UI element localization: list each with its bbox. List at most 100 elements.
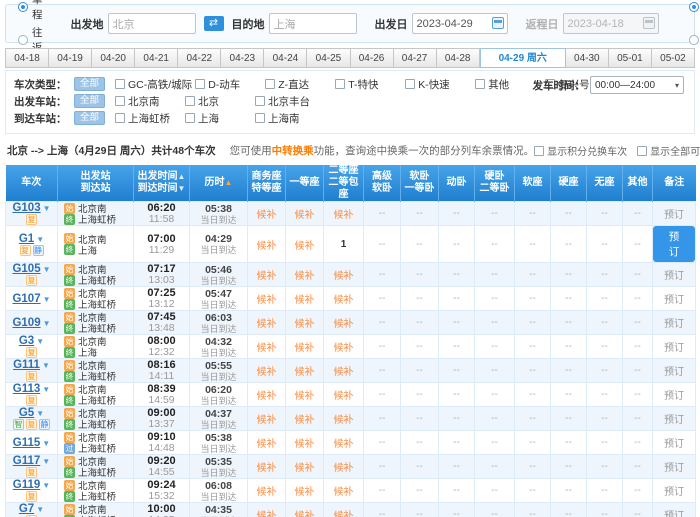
waitlist-link[interactable]: 候补	[334, 415, 354, 426]
column-header[interactable]: 备注	[653, 165, 696, 202]
waitlist-link[interactable]: 候补	[257, 439, 277, 450]
waitlist-link[interactable]: 候补	[295, 439, 315, 450]
date-tab[interactable]: 04-30	[566, 48, 609, 68]
train-number-link[interactable]: G117	[13, 455, 41, 467]
chevron-down-icon[interactable]: ▼	[43, 265, 51, 274]
filter-option-checkbox[interactable]: 北京	[185, 94, 252, 109]
date-tab[interactable]: 04-22	[178, 48, 221, 68]
train-number-link[interactable]: G103	[12, 202, 40, 214]
filter-option-checkbox[interactable]: 上海南	[255, 111, 322, 126]
waitlist-link[interactable]: 候补	[257, 415, 277, 426]
waitlist-link[interactable]: 候补	[295, 210, 315, 221]
waitlist-link[interactable]: 候补	[334, 463, 354, 474]
train-number-link[interactable]: G1	[19, 233, 34, 245]
filter-option-checkbox[interactable]: GC-高铁/城际	[115, 77, 192, 92]
waitlist-link[interactable]: 候补	[295, 487, 315, 498]
swap-stations-icon[interactable]: ⇄	[204, 16, 224, 31]
chevron-down-icon[interactable]: ▼	[42, 481, 50, 490]
filter-option-checkbox[interactable]: K-快速	[405, 77, 472, 92]
column-header[interactable]: 高级软卧	[364, 165, 401, 202]
filter-option-checkbox[interactable]: T-特快	[335, 77, 402, 92]
train-number-link[interactable]: G111	[13, 359, 40, 371]
column-header[interactable]: 硬卧二等卧	[475, 165, 515, 202]
waitlist-link[interactable]: 候补	[257, 210, 277, 221]
waitlist-link[interactable]: 候补	[257, 319, 277, 330]
date-tab[interactable]: 05-02	[652, 48, 695, 68]
column-header[interactable]: 一等座	[286, 165, 324, 202]
chevron-down-icon[interactable]: ▼	[43, 204, 51, 213]
waitlist-link[interactable]: 候补	[295, 271, 315, 282]
column-header[interactable]: 其他	[623, 165, 653, 202]
show-points-checkbox[interactable]: 显示积分兑换车次	[534, 143, 627, 158]
column-header[interactable]: 无座	[587, 165, 623, 202]
train-number-link[interactable]: G5	[19, 407, 34, 419]
train-number-link[interactable]: G119	[13, 479, 41, 491]
column-header[interactable]: 二等座二等包座	[324, 165, 364, 202]
filter-option-checkbox[interactable]: 北京南	[115, 94, 182, 109]
column-header[interactable]: 历时▲	[190, 165, 248, 202]
filter-option-checkbox[interactable]: 上海虹桥	[115, 111, 182, 126]
chevron-down-icon[interactable]: ▼	[43, 319, 51, 328]
train-number-link[interactable]: G115	[13, 437, 41, 449]
waitlist-link[interactable]: 候补	[334, 391, 354, 402]
radio-normal[interactable]: 普通	[689, 0, 700, 22]
train-number-link[interactable]: G107	[12, 293, 40, 305]
date-tab[interactable]: 04-18	[5, 48, 49, 68]
waitlist-link[interactable]: 候补	[257, 343, 277, 354]
date-tab[interactable]: 04-25	[307, 48, 350, 68]
waitlist-link[interactable]: 候补	[334, 210, 354, 221]
date-tab[interactable]: 04-24	[264, 48, 307, 68]
date-tab[interactable]: 04-28	[437, 48, 480, 68]
waitlist-link[interactable]: 候补	[295, 415, 315, 426]
waitlist-link[interactable]: 候补	[295, 367, 315, 378]
chevron-down-icon[interactable]: ▼	[36, 505, 44, 514]
waitlist-link[interactable]: 候补	[334, 367, 354, 378]
train-number-link[interactable]: G113	[13, 383, 41, 395]
date-tab[interactable]: 04-23	[221, 48, 264, 68]
waitlist-link[interactable]: 候补	[295, 391, 315, 402]
waitlist-link[interactable]: 候补	[257, 511, 277, 517]
waitlist-link[interactable]: 候补	[334, 439, 354, 450]
waitlist-link[interactable]: 候补	[295, 511, 315, 517]
filter-option-checkbox[interactable]: 北京丰台	[255, 94, 322, 109]
filter-option-checkbox[interactable]: D-动车	[195, 77, 262, 92]
sort-arrow-icon[interactable]: ▼	[178, 184, 186, 193]
show-bookable-checkbox[interactable]: 显示全部可预订车次	[637, 143, 700, 158]
waitlist-link[interactable]: 候补	[295, 241, 315, 252]
filter-all-button[interactable]: 全部	[74, 111, 105, 125]
date-tab[interactable]: 05-01	[609, 48, 652, 68]
chevron-down-icon[interactable]: ▼	[36, 409, 44, 418]
waitlist-link[interactable]: 候补	[334, 271, 354, 282]
train-number-link[interactable]: G109	[12, 317, 40, 329]
column-header[interactable]: 软座	[515, 165, 551, 202]
from-station-input[interactable]	[108, 13, 196, 34]
column-header[interactable]: 软卧一等卧	[401, 165, 439, 202]
waitlist-link[interactable]: 候补	[257, 271, 277, 282]
chevron-down-icon[interactable]: ▼	[42, 457, 50, 466]
column-header[interactable]: 硬座	[551, 165, 587, 202]
waitlist-link[interactable]: 候补	[257, 463, 277, 474]
transfer-link[interactable]: 中转换乘	[272, 145, 314, 157]
chevron-down-icon[interactable]: ▼	[36, 235, 44, 244]
waitlist-link[interactable]: 候补	[334, 343, 354, 354]
sort-arrow-icon[interactable]: ▲	[225, 178, 233, 187]
calendar-icon[interactable]	[492, 17, 504, 29]
column-header[interactable]: 出发时间▲到达时间▼	[134, 165, 190, 202]
filter-option-checkbox[interactable]: 上海	[185, 111, 252, 126]
book-button[interactable]: 预订	[653, 226, 695, 262]
depart-time-select[interactable]: 00:00—24:00 ▾	[590, 76, 684, 94]
train-number-link[interactable]: G7	[19, 503, 34, 515]
date-tab[interactable]: 04-26	[351, 48, 394, 68]
chevron-down-icon[interactable]: ▼	[42, 361, 50, 370]
date-tab[interactable]: 04-19	[49, 48, 92, 68]
waitlist-link[interactable]: 候补	[334, 487, 354, 498]
waitlist-link[interactable]: 候补	[257, 367, 277, 378]
date-tab[interactable]: 04-20	[92, 48, 135, 68]
date-tab[interactable]: 04-27	[394, 48, 437, 68]
column-header[interactable]: 动卧	[439, 165, 475, 202]
date-tab[interactable]: 04-21	[135, 48, 178, 68]
waitlist-link[interactable]: 候补	[295, 343, 315, 354]
waitlist-link[interactable]: 候补	[334, 319, 354, 330]
filter-all-button[interactable]: 全部	[74, 77, 105, 91]
waitlist-link[interactable]: 候补	[257, 487, 277, 498]
